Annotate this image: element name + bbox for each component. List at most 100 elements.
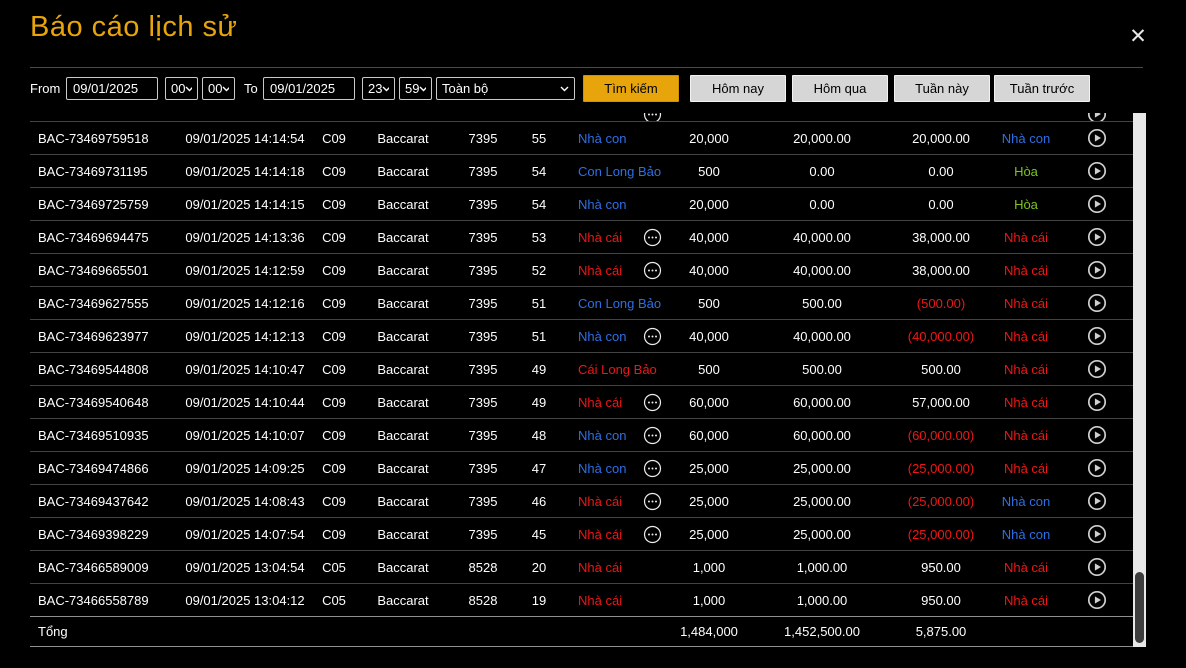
- row-game: Baccarat: [350, 131, 456, 146]
- to-date-input[interactable]: [263, 77, 355, 100]
- row-round: 46: [510, 494, 568, 509]
- close-icon[interactable]: ✕: [1124, 22, 1152, 50]
- from-hour-select[interactable]: 00: [165, 77, 198, 100]
- last-week-button[interactable]: Tuần trước: [994, 75, 1090, 102]
- category-select[interactable]: Toàn bộ: [436, 77, 575, 100]
- total-label: Tổng: [30, 624, 172, 639]
- row-turnover: 60,000.00: [754, 428, 890, 443]
- row-turnover: 500.00: [754, 362, 890, 377]
- row-result: Nhà cái: [992, 329, 1060, 344]
- to-hour-select[interactable]: 23: [362, 77, 395, 100]
- to-minute-select[interactable]: 59: [399, 77, 432, 100]
- chevron-down-icon: [560, 86, 569, 92]
- replay-icon[interactable]: [1087, 293, 1107, 313]
- table-row: BAC-7346966550109/01/2025 14:12:59C09Bac…: [30, 254, 1133, 287]
- from-minute-value: 00: [208, 81, 222, 96]
- row-bet-amount: 25,000: [664, 494, 754, 509]
- row-room: C09: [318, 263, 350, 278]
- replay-icon[interactable]: [1087, 359, 1107, 379]
- replay-cell: [1060, 590, 1133, 610]
- replay-cell: [1060, 293, 1133, 313]
- row-room: C09: [318, 230, 350, 245]
- replay-icon[interactable]: [1087, 227, 1107, 247]
- replay-icon[interactable]: [1087, 590, 1107, 610]
- row-room: C09: [318, 494, 350, 509]
- replay-icon[interactable]: [1087, 491, 1107, 511]
- from-date-input[interactable]: [66, 77, 158, 100]
- row-turnover: 40,000.00: [754, 263, 890, 278]
- row-room: C09: [318, 362, 350, 377]
- replay-icon[interactable]: [1087, 557, 1107, 577]
- history-table: BAC-7346975951809/01/2025 14:14:54C09Bac…: [30, 113, 1133, 647]
- total-bet-amount: 1,484,000: [664, 624, 754, 639]
- row-table-number: 7395: [456, 329, 510, 344]
- row-table-number: 7395: [456, 263, 510, 278]
- row-id: BAC-73469437642: [30, 494, 172, 509]
- more-options-icon[interactable]: [643, 426, 662, 445]
- more-options-icon[interactable]: [643, 327, 662, 346]
- more-options-icon[interactable]: [643, 492, 662, 511]
- more-icon-cell: [640, 459, 664, 478]
- today-button[interactable]: Hôm nay: [690, 75, 786, 102]
- table-row: BAC-7346954480809/01/2025 14:10:47C09Bac…: [30, 353, 1133, 386]
- row-turnover: 60,000.00: [754, 395, 890, 410]
- replay-icon[interactable]: [1087, 524, 1107, 544]
- row-result: Nhà cái: [992, 362, 1060, 377]
- more-options-icon[interactable]: [643, 525, 662, 544]
- replay-icon[interactable]: [1087, 113, 1107, 122]
- more-options-icon[interactable]: [643, 261, 662, 280]
- row-bet-amount: 40,000: [664, 329, 754, 344]
- more-icon-cell: [640, 426, 664, 445]
- more-options-icon[interactable]: [643, 228, 662, 247]
- replay-icon[interactable]: [1087, 458, 1107, 478]
- row-table-number: 7395: [456, 131, 510, 146]
- history-report-dialog: Báo cáo lịch sử ✕ From 00 00 To 23 59 To…: [0, 0, 1186, 668]
- replay-icon[interactable]: [1087, 425, 1107, 445]
- table-row: BAC-7346658900909/01/2025 13:04:54C05Bac…: [30, 551, 1133, 584]
- table-row: [30, 113, 1133, 122]
- search-button[interactable]: Tìm kiếm: [583, 75, 679, 102]
- row-bet-amount: 500: [664, 164, 754, 179]
- row-datetime: 09/01/2025 14:14:54: [172, 131, 318, 146]
- replay-cell: [1060, 260, 1133, 280]
- row-room: C09: [318, 164, 350, 179]
- row-result: Hòa: [992, 197, 1060, 212]
- replay-icon[interactable]: [1087, 128, 1107, 148]
- row-bet-amount: 25,000: [664, 527, 754, 542]
- more-options-icon[interactable]: [643, 113, 662, 122]
- row-game: Baccarat: [350, 560, 456, 575]
- row-id: BAC-73469474866: [30, 461, 172, 476]
- row-bet-amount: 500: [664, 296, 754, 311]
- row-room: C09: [318, 296, 350, 311]
- row-bet-type: Nhà cái: [568, 395, 640, 410]
- more-options-icon[interactable]: [643, 393, 662, 412]
- yesterday-button[interactable]: Hôm qua: [792, 75, 888, 102]
- more-options-icon[interactable]: [643, 459, 662, 478]
- row-profit: (25,000.00): [890, 494, 992, 509]
- row-room: C05: [318, 593, 350, 608]
- row-datetime: 09/01/2025 14:12:13: [172, 329, 318, 344]
- replay-icon[interactable]: [1087, 392, 1107, 412]
- row-bet-amount: 60,000: [664, 395, 754, 410]
- total-turnover: 1,452,500.00: [754, 624, 890, 639]
- row-datetime: 09/01/2025 14:08:43: [172, 494, 318, 509]
- scrollbar-thumb[interactable]: [1135, 572, 1144, 643]
- chevron-down-icon: [419, 86, 426, 92]
- row-datetime: 09/01/2025 14:12:16: [172, 296, 318, 311]
- replay-cell: [1060, 359, 1133, 379]
- row-table-number: 8528: [456, 560, 510, 575]
- row-result: Nhà cái: [992, 560, 1060, 575]
- row-id: BAC-73469759518: [30, 131, 172, 146]
- replay-icon[interactable]: [1087, 161, 1107, 181]
- replay-icon[interactable]: [1087, 326, 1107, 346]
- table-row: BAC-7346655878909/01/2025 13:04:12C05Bac…: [30, 584, 1133, 616]
- replay-icon[interactable]: [1087, 194, 1107, 214]
- from-minute-select[interactable]: 00: [202, 77, 235, 100]
- row-round: 53: [510, 230, 568, 245]
- scrollbar-track[interactable]: [1133, 113, 1146, 647]
- this-week-button[interactable]: Tuần này: [894, 75, 990, 102]
- replay-cell: [1060, 524, 1133, 544]
- replay-icon[interactable]: [1087, 260, 1107, 280]
- table-row: BAC-7346943764209/01/2025 14:08:43C09Bac…: [30, 485, 1133, 518]
- row-game: Baccarat: [350, 362, 456, 377]
